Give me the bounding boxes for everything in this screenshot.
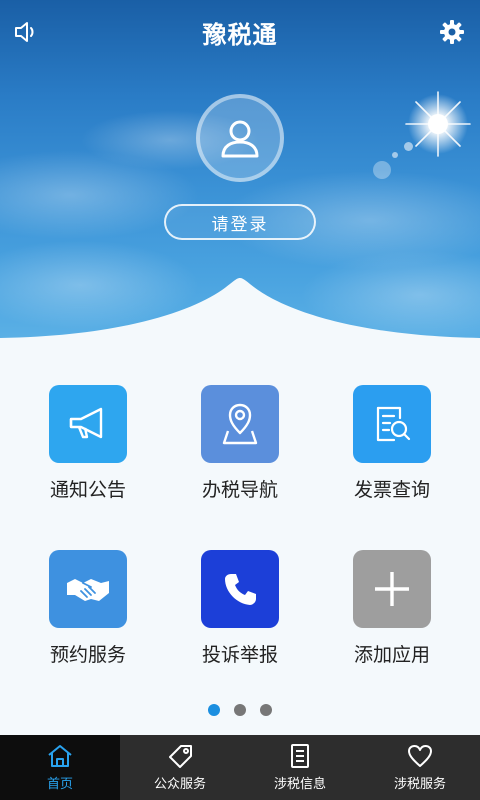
- nav-item-home[interactable]: 首页: [0, 735, 120, 800]
- gear-icon[interactable]: [434, 14, 470, 50]
- home-icon: [48, 745, 72, 767]
- grid-item-label: 通知公告: [49, 479, 126, 501]
- grid-item-appointment[interactable]: 预约服务: [18, 550, 158, 670]
- page-dot[interactable]: [260, 704, 272, 716]
- sound-icon[interactable]: [8, 14, 44, 50]
- map-pin-icon: [201, 385, 279, 463]
- login-button[interactable]: 请登录: [164, 204, 316, 240]
- grid-item-label: 预约服务: [49, 644, 126, 666]
- sun-decoration: [398, 88, 478, 168]
- grid-item-notice[interactable]: 通知公告: [18, 385, 158, 505]
- phone-icon: [201, 550, 279, 628]
- nav-item-public-services[interactable]: 公众服务: [120, 735, 240, 800]
- avatar[interactable]: [196, 94, 284, 182]
- nav-item-tax-services[interactable]: 涉税服务: [360, 735, 480, 800]
- handshake-icon: [49, 550, 127, 628]
- lens-flare: [392, 152, 398, 158]
- page-dot-active[interactable]: [208, 704, 220, 716]
- page-indicator: [0, 704, 480, 718]
- nav-label: 涉税服务: [393, 777, 446, 792]
- bottom-nav: 首页 公众服务 涉税信息 涉税服务: [0, 735, 480, 800]
- grid-item-invoice[interactable]: 发票查询: [322, 385, 462, 505]
- grid-item-navigation[interactable]: 办税导航: [170, 385, 310, 505]
- invoice-search-icon: [353, 385, 431, 463]
- top-bar: 豫税通: [0, 0, 480, 64]
- hero-banner: 豫税通 请登录: [0, 0, 480, 345]
- grid-item-label: 发票查询: [353, 479, 430, 501]
- grid-item-label: 办税导航: [201, 479, 278, 501]
- nav-label: 公众服务: [153, 777, 206, 792]
- megaphone-icon: [49, 385, 127, 463]
- grid-item-complaint[interactable]: 投诉举报: [170, 550, 310, 670]
- document-icon: [291, 744, 309, 768]
- page-dot[interactable]: [234, 704, 246, 716]
- grid-item-label: 添加应用: [353, 644, 430, 666]
- plus-icon: [353, 550, 431, 628]
- app-title: 豫税通: [202, 20, 278, 49]
- grid-item-add-app[interactable]: 添加应用: [322, 550, 462, 670]
- tag-icon: [169, 745, 192, 768]
- nav-item-tax-info[interactable]: 涉税信息: [240, 735, 360, 800]
- grid-item-label: 投诉举报: [201, 644, 278, 666]
- nav-label: 首页: [46, 777, 73, 792]
- heart-icon: [408, 745, 432, 767]
- lens-flare: [373, 161, 391, 179]
- lens-flare: [404, 142, 413, 151]
- nav-label: 涉税信息: [273, 777, 326, 792]
